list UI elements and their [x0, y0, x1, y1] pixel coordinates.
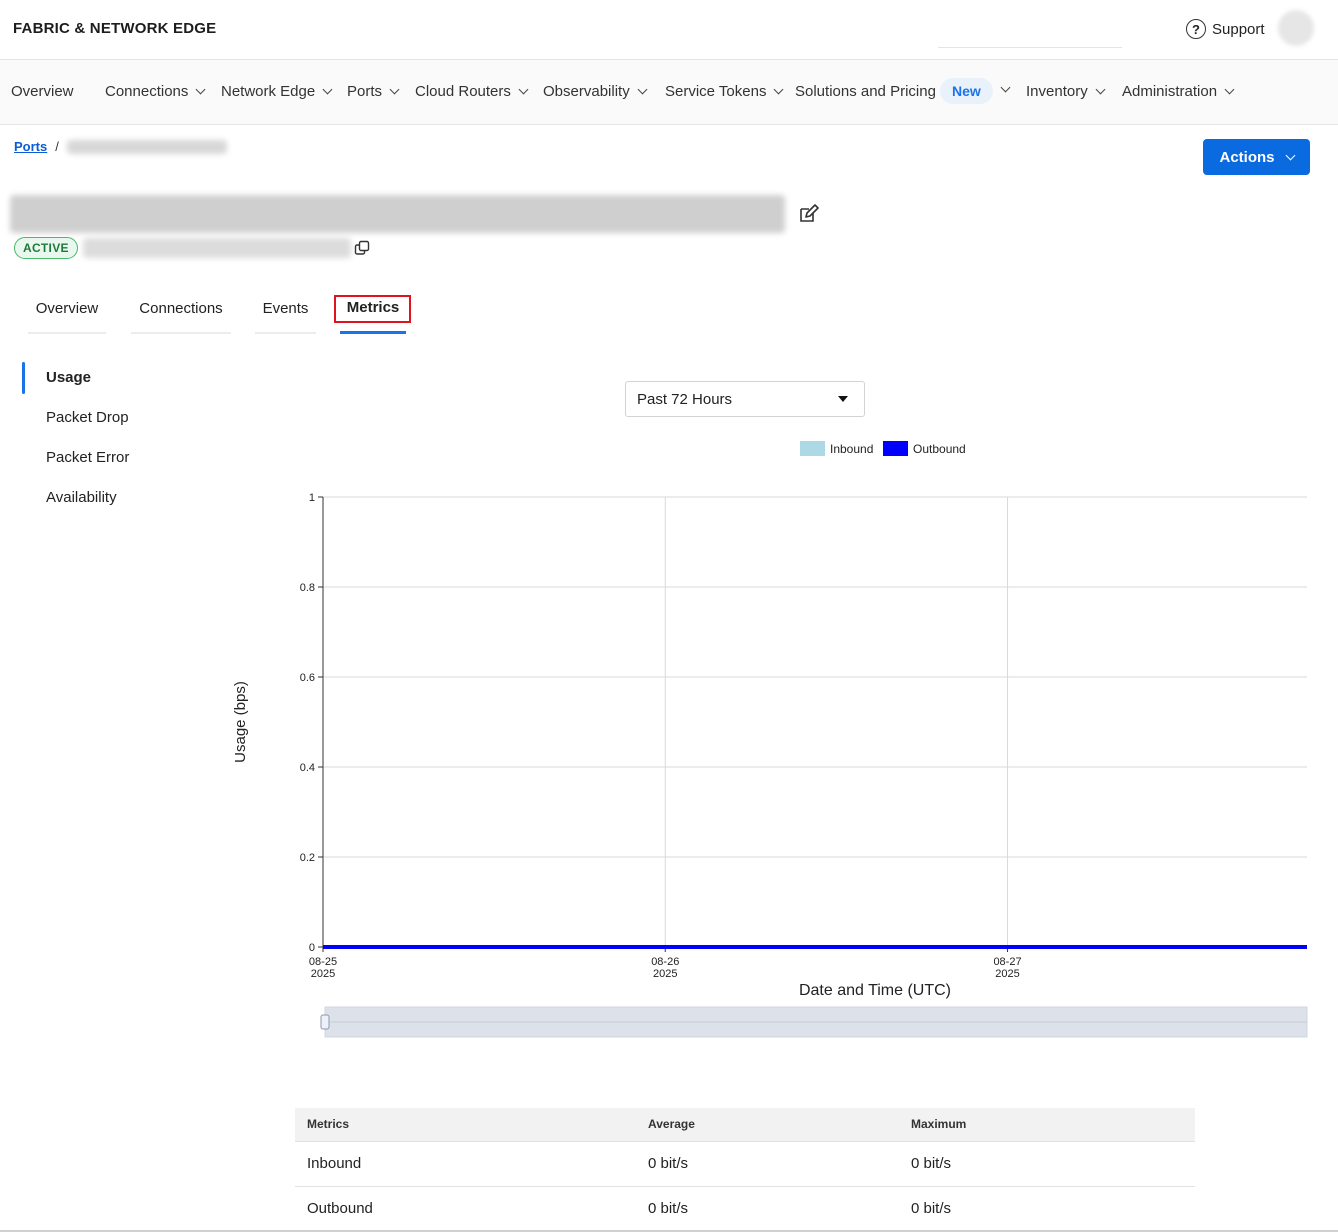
table-header-maximum: Maximum: [899, 1108, 1195, 1142]
table-header-metrics: Metrics: [295, 1108, 636, 1142]
legend-swatch-inbound: [800, 441, 825, 456]
y-tick-label: 1: [309, 492, 315, 504]
table-row: Inbound 0 bit/s 0 bit/s: [295, 1141, 1195, 1187]
y-tick-label: 0: [309, 942, 315, 954]
y-tick-label: 0.6: [300, 672, 315, 684]
table-cell: 0 bit/s: [636, 1141, 899, 1187]
metrics-table: Metrics Average Maximum Inbound 0 bit/s …: [295, 1108, 1195, 1232]
table-cell: Inbound: [295, 1141, 636, 1187]
table-header-row: Metrics Average Maximum: [295, 1108, 1195, 1142]
legend-label-inbound: Inbound: [830, 442, 873, 456]
x-tick-label: 08-25: [309, 956, 337, 968]
table-cell: 0 bit/s: [899, 1141, 1195, 1187]
x-tick-label: 2025: [311, 968, 335, 980]
legend-label-outbound: Outbound: [913, 442, 966, 456]
x-tick-label: 2025: [653, 968, 677, 980]
table-row: Outbound 0 bit/s 0 bit/s: [295, 1186, 1195, 1232]
x-axis-label: Date and Time (UTC): [799, 982, 951, 999]
y-tick-label: 0.4: [300, 762, 315, 774]
y-axis-label: Usage (bps): [232, 681, 249, 763]
y-tick-label: 0.2: [300, 852, 315, 864]
table-cell: 0 bit/s: [899, 1186, 1195, 1232]
table-header-average: Average: [636, 1108, 899, 1142]
x-tick-label: 2025: [995, 968, 1019, 980]
usage-chart: Inbound Outbound00.20.40.60.8108-25202508…: [232, 441, 1308, 1038]
x-tick-label: 08-26: [651, 956, 679, 968]
table-cell: 0 bit/s: [636, 1186, 899, 1232]
table-cell: Outbound: [295, 1186, 636, 1232]
legend-swatch-outbound: [883, 441, 908, 456]
y-tick-label: 0.8: [300, 582, 315, 594]
x-tick-label: 08-27: [993, 956, 1021, 968]
range-brush-handle[interactable]: [320, 1014, 330, 1030]
